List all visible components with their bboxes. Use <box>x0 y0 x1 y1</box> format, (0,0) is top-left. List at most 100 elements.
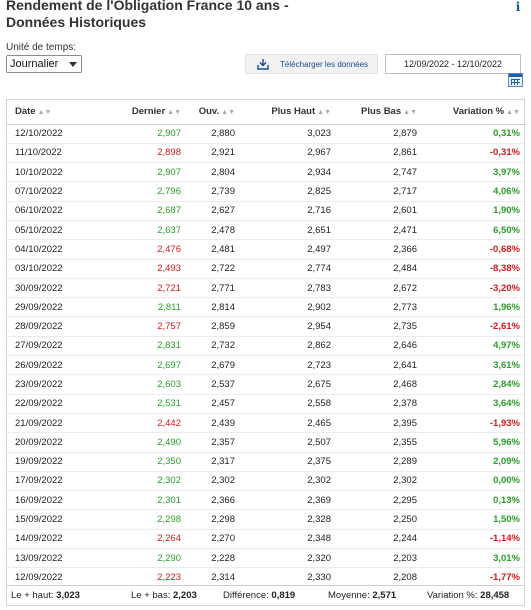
cell-high: 2,723 <box>241 355 337 376</box>
cell-change: -0,68% <box>423 239 526 260</box>
cell-low: 2,203 <box>337 548 423 569</box>
date-range-input[interactable]: 12/09/2022 - 12/10/2022 <box>385 54 521 74</box>
cell-high: 2,934 <box>241 162 337 183</box>
table-row: 26/09/2022 2,697 2,679 2,723 2,641 3,61% <box>7 355 526 376</box>
cell-date: 10/10/2022 <box>7 162 95 183</box>
table-row: 28/09/2022 2,757 2,859 2,954 2,735 -2,61% <box>7 316 526 337</box>
cell-last: 2,350 <box>95 452 187 472</box>
summary-diff: Différence: 0,819 <box>223 590 296 601</box>
cell-date: 05/10/2022 <box>7 220 95 241</box>
cell-open: 2,921 <box>187 143 241 164</box>
column-header-low[interactable]: Plus Bas ▲▼ <box>337 100 423 125</box>
cell-last: 2,796 <box>95 181 187 202</box>
cell-open: 2,859 <box>187 316 241 337</box>
table-row: 12/10/2022 2,907 2,880 3,023 2,879 0,31% <box>7 124 526 144</box>
table-row: 14/09/2022 2,264 2,270 2,348 2,244 -1,14% <box>7 529 526 550</box>
cell-open: 2,457 <box>187 394 241 414</box>
cell-last: 2,831 <box>95 336 187 357</box>
cell-low: 2,861 <box>337 143 423 164</box>
cell-high: 2,465 <box>241 413 337 434</box>
cell-date: 07/10/2022 <box>7 181 95 202</box>
cell-last: 2,290 <box>95 548 187 569</box>
column-header-change[interactable]: Variation % ▲▼ <box>423 100 526 125</box>
cell-date: 15/09/2022 <box>7 509 95 530</box>
chevron-down-icon <box>69 62 77 67</box>
cell-date: 29/09/2022 <box>7 297 95 318</box>
cell-change: 0,13% <box>423 490 526 511</box>
sort-icon: ▲▼ <box>37 109 52 117</box>
cell-open: 2,302 <box>187 471 241 492</box>
cell-open: 2,732 <box>187 336 241 357</box>
cell-low: 2,672 <box>337 278 423 299</box>
cell-last: 2,907 <box>95 124 187 144</box>
column-header-high[interactable]: Plus Haut ▲▼ <box>241 100 337 125</box>
cell-low: 2,295 <box>337 490 423 511</box>
table-row: 11/10/2022 2,898 2,921 2,967 2,861 -0,31% <box>7 143 526 164</box>
info-icon[interactable]: i <box>512 0 524 14</box>
table-row: 05/10/2022 2,637 2,478 2,651 2,471 6,50% <box>7 220 526 241</box>
table-row: 30/09/2022 2,721 2,771 2,783 2,672 -3,20% <box>7 278 526 299</box>
cell-high: 2,328 <box>241 509 337 530</box>
table-header-row: Date ▲▼ Dernier ▲▼ Ouv. ▲▼ Plus Haut ▲▼ Plus… <box>7 100 526 125</box>
cell-high: 2,716 <box>241 201 337 221</box>
calendar-icon[interactable] <box>508 73 523 87</box>
cell-low: 2,395 <box>337 413 423 434</box>
download-label: Télécharger les données <box>280 59 369 69</box>
cell-high: 2,320 <box>241 548 337 569</box>
cell-open: 2,771 <box>187 278 241 299</box>
cell-low: 2,468 <box>337 374 423 395</box>
table-row: 29/09/2022 2,811 2,814 2,902 2,773 1,96% <box>7 297 526 318</box>
cell-change: -1,14% <box>423 529 526 550</box>
unit-select[interactable]: Journalier <box>6 55 82 73</box>
cell-open: 2,814 <box>187 297 241 318</box>
cell-open: 2,679 <box>187 355 241 376</box>
cell-high: 2,348 <box>241 529 337 550</box>
table-row: 04/10/2022 2,476 2,481 2,497 2,366 -0,68% <box>7 239 526 260</box>
cell-open: 2,317 <box>187 452 241 472</box>
cell-high: 2,507 <box>241 432 337 453</box>
cell-open: 2,739 <box>187 181 241 202</box>
cell-low: 2,302 <box>337 471 423 492</box>
cell-open: 2,481 <box>187 239 241 260</box>
cell-change: 1,50% <box>423 509 526 530</box>
cell-date: 23/09/2022 <box>7 374 95 395</box>
column-header-open[interactable]: Ouv. ▲▼ <box>187 100 241 125</box>
column-header-date[interactable]: Date ▲▼ <box>7 100 95 125</box>
cell-date: 22/09/2022 <box>7 394 95 414</box>
table-row: 27/09/2022 2,831 2,732 2,862 2,646 4,97% <box>7 336 526 357</box>
summary-avg: Moyenne: 2,571 <box>328 590 397 601</box>
cell-date: 03/10/2022 <box>7 259 95 279</box>
cell-change: 3,01% <box>423 548 526 569</box>
cell-change: 1,96% <box>423 297 526 318</box>
cell-open: 2,298 <box>187 509 241 530</box>
cell-last: 2,637 <box>95 220 187 241</box>
cell-open: 2,357 <box>187 432 241 453</box>
cell-high: 3,023 <box>241 124 337 144</box>
cell-last: 2,493 <box>95 259 187 279</box>
cell-date: 26/09/2022 <box>7 355 95 376</box>
cell-last: 2,476 <box>95 239 187 260</box>
cell-open: 2,804 <box>187 162 241 183</box>
cell-last: 2,811 <box>95 297 187 318</box>
table-row: 10/10/2022 2,907 2,804 2,934 2,747 3,97% <box>7 162 526 183</box>
page-title-line1: Rendement de l'Obligation France 10 ans … <box>6 0 289 13</box>
download-button[interactable]: Télécharger les données <box>245 54 378 74</box>
cell-change: 2,09% <box>423 452 526 472</box>
cell-low: 2,355 <box>337 432 423 453</box>
cell-open: 2,366 <box>187 490 241 511</box>
cell-change: 4,97% <box>423 336 526 357</box>
table-row: 15/09/2022 2,298 2,298 2,328 2,250 1,50% <box>7 509 526 530</box>
cell-low: 2,244 <box>337 529 423 550</box>
cell-high: 2,967 <box>241 143 337 164</box>
cell-date: 11/10/2022 <box>7 143 95 164</box>
summary-bar: Le + haut: 3,023 Le + bas: 2,203 Différe… <box>7 585 524 605</box>
cell-high: 2,774 <box>241 259 337 279</box>
cell-last: 2,490 <box>95 432 187 453</box>
sort-icon: ▲▼ <box>167 109 181 117</box>
cell-high: 2,558 <box>241 394 337 414</box>
column-header-last[interactable]: Dernier ▲▼ <box>95 100 187 125</box>
page-title-line2: Données Historiques <box>6 14 147 30</box>
cell-low: 2,646 <box>337 336 423 357</box>
table-row: 19/09/2022 2,350 2,317 2,375 2,289 2,09% <box>7 452 526 472</box>
cell-high: 2,902 <box>241 297 337 318</box>
